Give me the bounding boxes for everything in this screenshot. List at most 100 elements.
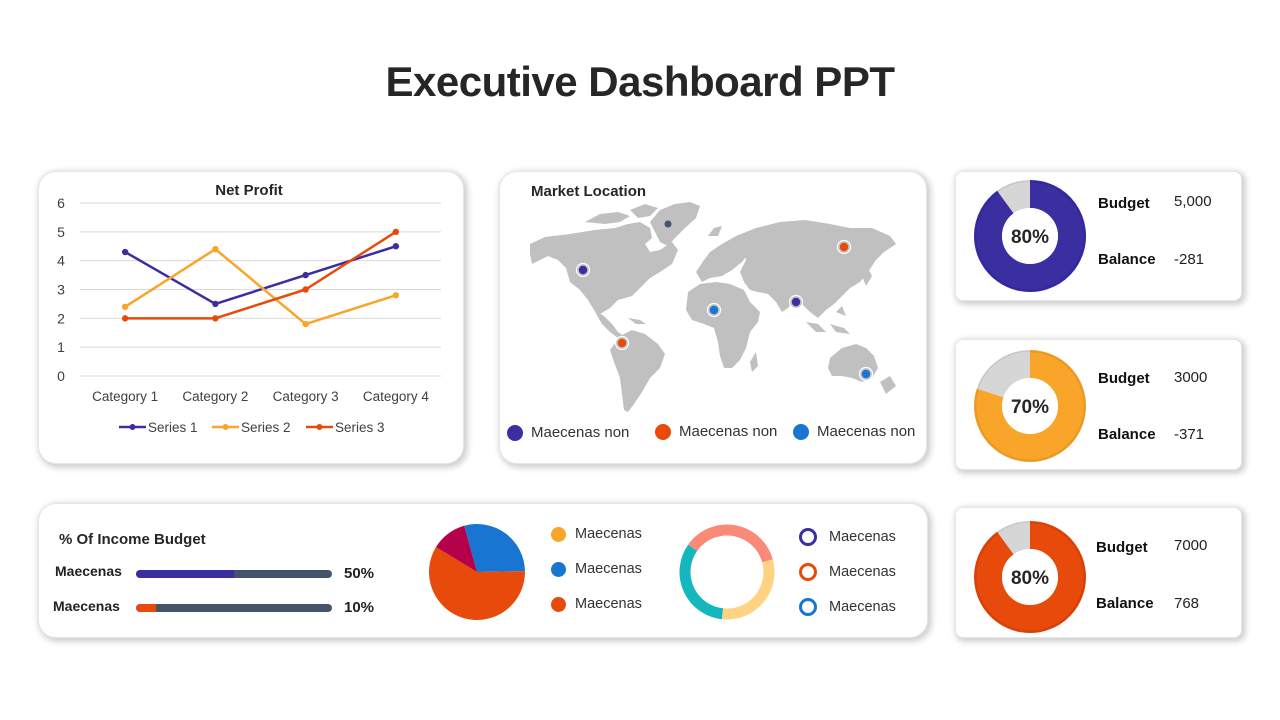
map-legend-item: Maecenas non: [507, 424, 629, 441]
data-point: [392, 228, 400, 236]
donut-percent-label: 80%: [1011, 227, 1049, 248]
pin-dot: [861, 369, 871, 379]
legend-label: Maecenas: [829, 599, 896, 615]
page-title: Executive Dashboard PPT: [385, 58, 895, 105]
legend-dot-icon: [793, 423, 809, 440]
legend-dot-icon: [551, 526, 566, 542]
balance-label: Balance: [1096, 595, 1154, 612]
legend-label: Series 1: [148, 420, 198, 435]
pie-legend-item: Maecenas: [551, 526, 642, 542]
map-africa: [686, 282, 760, 372]
map-pin-south-asia[interactable]: [788, 294, 804, 310]
map-central-america: [594, 310, 624, 338]
pie-legend-item: Maecenas: [551, 561, 642, 577]
budget-label: Budget: [1098, 370, 1150, 387]
map-pin-australia[interactable]: [858, 366, 874, 382]
pie-legend-item: Maecenas: [551, 596, 642, 612]
y-tick-label: 0: [57, 368, 65, 384]
legend-dot-icon: [551, 561, 566, 577]
budget-label: Budget: [1096, 539, 1148, 556]
legend-ring-icon: [799, 528, 817, 546]
net-profit-card: Net Profit 0 1 2 3 4 5 6 Category 1 Category 2 C…: [38, 171, 464, 464]
stat-card-3: 80% Budget 7000 Balance 768: [955, 507, 1242, 638]
legend-label: Maecenas: [575, 596, 642, 612]
legend-label: Maecenas non: [679, 423, 778, 440]
ring-legend-item: Maecenas: [799, 598, 896, 616]
pin-dot: [617, 338, 627, 348]
data-point: [212, 315, 219, 322]
balance-value: -281: [1174, 251, 1205, 268]
map-north-america: [530, 222, 678, 314]
legend-item: Series 3: [306, 420, 385, 435]
stat-card-2: 70% Budget 3000 Balance -371: [955, 339, 1242, 470]
y-tick-label: 5: [57, 224, 65, 240]
legend-ring-icon: [799, 563, 817, 581]
data-point: [392, 292, 400, 299]
y-tick-label: 1: [57, 339, 65, 355]
legend-marker-icon: [129, 424, 136, 430]
income-progress-bar: [136, 604, 332, 612]
income-ring-chart: [679, 524, 775, 620]
map-caribbean: [628, 318, 646, 324]
legend-item: Series 1: [119, 420, 198, 435]
progress-fill: [136, 604, 156, 612]
x-tick-label: Category 1: [92, 389, 158, 404]
x-tick-label: Category 3: [273, 389, 339, 404]
map-pin-siberia[interactable]: [836, 239, 852, 255]
map-legend-item: Maecenas non: [655, 423, 777, 440]
stat-donut-2: 70%: [974, 350, 1086, 462]
progress-fill: [136, 570, 234, 578]
budget-value: 5,000: [1174, 193, 1212, 210]
income-progress-bar: [136, 570, 332, 578]
legend-ring-icon: [799, 598, 817, 616]
income-bar-percent: 10%: [344, 599, 375, 616]
legend-label: Maecenas: [575, 526, 642, 542]
net-profit-chart: Net Profit 0 1 2 3 4 5 6 Category 1 Category 2 C…: [57, 182, 441, 435]
donut-percent-label: 80%: [1011, 568, 1049, 589]
legend-label: Series 3: [335, 420, 385, 435]
data-point: [302, 271, 309, 279]
income-bar-label: Maecenas: [55, 563, 122, 579]
legend-label: Maecenas non: [531, 424, 630, 441]
x-tick-label: Category 4: [363, 389, 430, 404]
balance-value: -371: [1174, 426, 1205, 443]
data-point: [302, 320, 309, 328]
ring-legend-item: Maecenas: [799, 528, 896, 546]
map-arctic-islands: [585, 204, 658, 224]
pin-dot: [709, 305, 719, 315]
legend-marker-icon: [316, 424, 323, 430]
pin-dot: [664, 220, 672, 228]
budget-value: 7000: [1174, 537, 1208, 554]
pin-dot: [839, 242, 849, 252]
legend-dot-icon: [655, 423, 671, 440]
y-tick-label: 2: [57, 310, 65, 326]
map-legend-item: Maecenas non: [793, 423, 915, 440]
legend-dot-icon: [507, 424, 523, 441]
map-pin-greenland[interactable]: [664, 220, 672, 228]
data-point: [302, 286, 309, 293]
legend-label: Maecenas non: [817, 423, 916, 440]
income-bar-label: Maecenas: [53, 598, 120, 614]
legend-dot-icon: [551, 596, 566, 612]
data-point: [212, 245, 219, 253]
chart-title: Net Profit: [215, 182, 283, 199]
income-budget-card: % Of Income Budget Maecenas 50% Maecenas 10…: [38, 503, 928, 638]
x-tick-label: Category 2: [182, 389, 248, 404]
ring-segment: [721, 559, 775, 620]
ring-legend-item: Maecenas: [799, 563, 896, 581]
balance-label: Balance: [1098, 426, 1156, 443]
map-pin-south-america[interactable]: [614, 335, 630, 351]
budget-value: 3000: [1174, 369, 1208, 386]
data-point: [121, 248, 129, 256]
pin-dot: [578, 265, 588, 275]
legend-label: Maecenas: [829, 529, 896, 545]
world-map: [530, 202, 896, 412]
data-point: [212, 300, 219, 308]
map-pin-north-america[interactable]: [575, 262, 591, 278]
stat-donut-3: 80%: [974, 521, 1086, 633]
legend-label: Series 2: [241, 420, 291, 435]
legend-item: Series 2: [212, 420, 291, 435]
map-pin-north-africa[interactable]: [706, 302, 722, 318]
series-1: [121, 243, 400, 308]
data-point: [121, 303, 129, 310]
